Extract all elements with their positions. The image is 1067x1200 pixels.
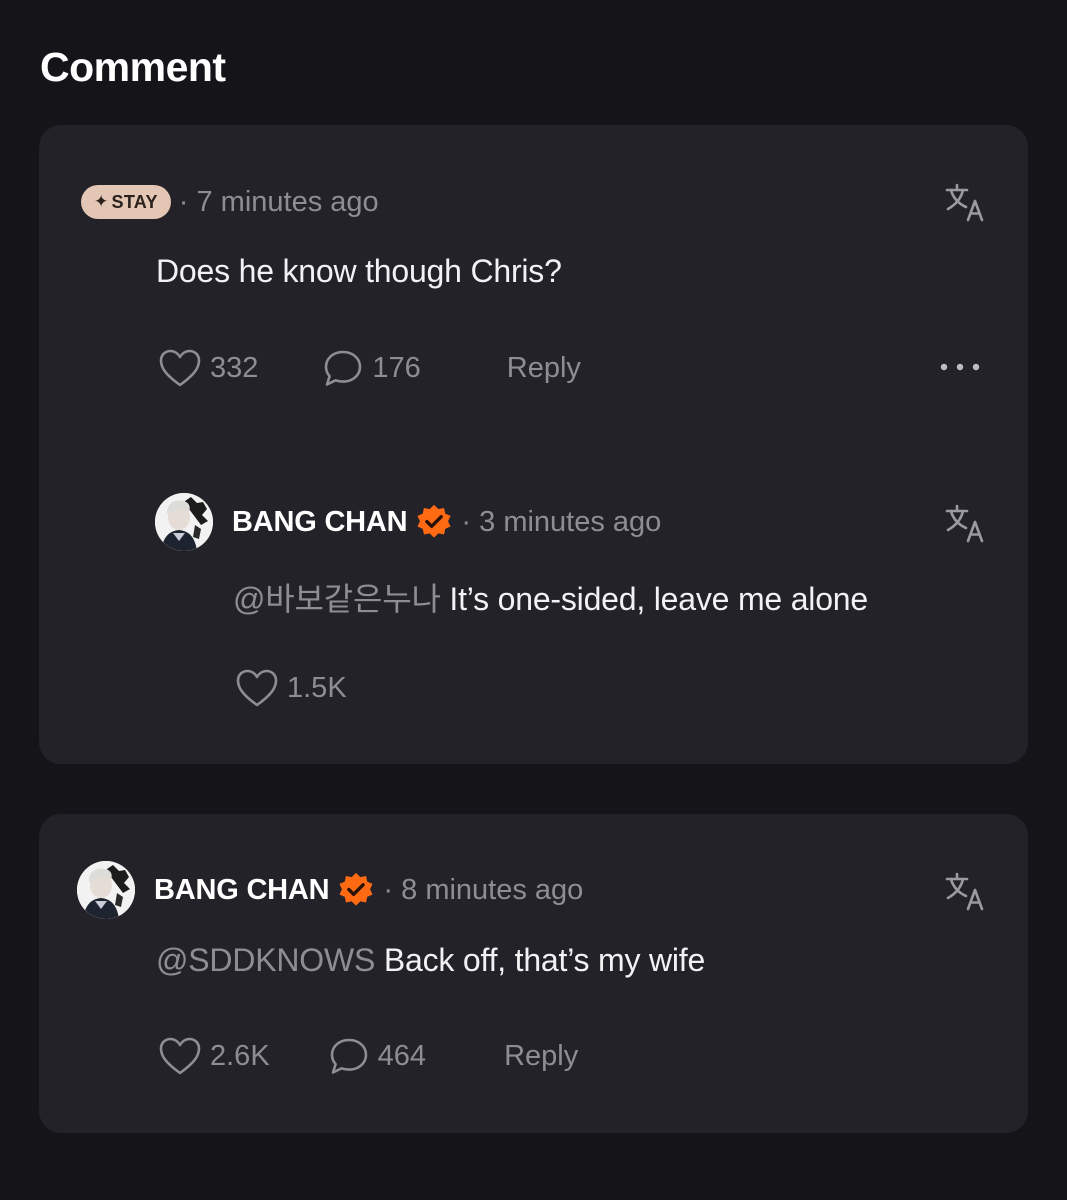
like-button[interactable]: 1.5K	[235, 668, 347, 708]
comment-body: Back off, that’s my wife	[375, 942, 706, 978]
comment-bubble-icon	[322, 348, 364, 388]
like-button[interactable]: 332	[158, 348, 258, 388]
reply-time: · 3 minutes ago	[461, 505, 662, 538]
comment-text: @SDDKNOWS Back off, that’s my wife	[156, 942, 705, 979]
mention[interactable]: @바보같은누나	[233, 581, 441, 617]
reply-button[interactable]: Reply	[504, 1040, 578, 1073]
like-count: 2.6K	[210, 1039, 270, 1072]
replies-button[interactable]: 176	[322, 348, 421, 388]
reply-text: @바보같은누나 It’s one-sided, leave me alone	[233, 574, 868, 620]
avatar[interactable]	[77, 861, 135, 919]
heart-icon	[158, 348, 202, 388]
sparkle-icon: ✦	[94, 192, 109, 211]
avatar[interactable]	[155, 493, 213, 551]
stay-badge: ✦ STAY	[81, 185, 171, 219]
comment-header: BANG CHAN · 8 minutes ago	[77, 860, 583, 920]
reply-label: Reply	[504, 1039, 579, 1072]
like-count: 332	[210, 351, 259, 384]
replies-button[interactable]: 464	[328, 1036, 426, 1076]
like-button[interactable]: 2.6K	[158, 1036, 270, 1076]
comment-bubble-icon	[328, 1036, 370, 1076]
translate-icon[interactable]	[944, 181, 986, 223]
comment-header: ✦ STAY · 7 minutes ago	[73, 172, 379, 232]
translate-icon[interactable]	[944, 502, 986, 544]
reply-button[interactable]: Reply	[507, 352, 581, 385]
author-name[interactable]: BANG CHAN	[232, 506, 408, 539]
more-dots-icon[interactable]	[938, 361, 982, 373]
verified-badge-icon	[337, 871, 375, 909]
author-name[interactable]: BANG CHAN	[154, 874, 330, 907]
reply-header: BANG CHAN · 3 minutes ago	[155, 492, 661, 552]
comment-time: · 8 minutes ago	[383, 873, 584, 906]
heart-icon	[235, 668, 279, 708]
comment-card: ✦ STAY · 7 minutes ago Does he know thou…	[39, 125, 1028, 764]
reply-body: It’s one-sided, leave me alone	[440, 581, 868, 617]
page-title: Comment	[40, 44, 226, 90]
reply-label: Reply	[506, 351, 581, 384]
comment-actions: 332 176 Reply	[158, 345, 581, 391]
heart-icon	[158, 1036, 202, 1076]
comment-time: · 7 minutes ago	[178, 185, 379, 218]
mention[interactable]: @SDDKNOWS	[156, 942, 375, 978]
reply-count: 176	[372, 351, 421, 384]
verified-badge-icon	[415, 503, 453, 541]
comment-text: Does he know though Chris?	[156, 253, 562, 289]
reply-actions: 1.5K	[235, 665, 347, 711]
comment-card: BANG CHAN · 8 minutes ago @SDDKNOWS Back…	[39, 814, 1028, 1133]
comment-actions: 2.6K 464 Reply	[158, 1033, 578, 1079]
badge-label: STAY	[111, 191, 158, 212]
like-count: 1.5K	[287, 671, 347, 704]
translate-icon[interactable]	[944, 870, 986, 912]
reply-count: 464	[377, 1039, 427, 1072]
